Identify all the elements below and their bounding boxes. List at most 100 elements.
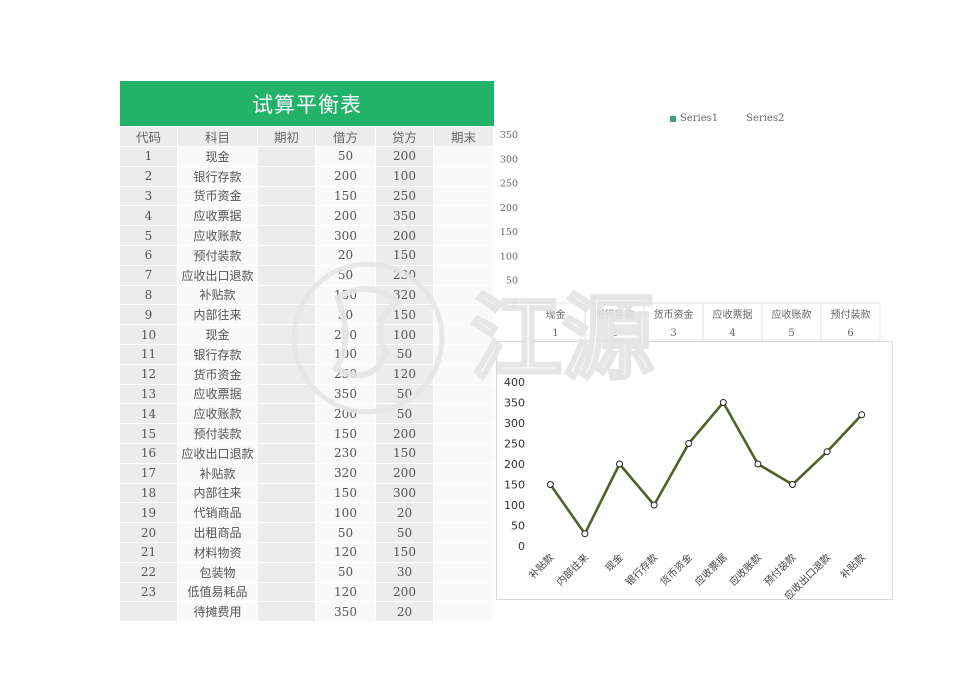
cell-credit[interactable]: 200: [376, 463, 434, 484]
cell-closing[interactable]: [434, 463, 494, 484]
cell-closing[interactable]: [434, 483, 494, 504]
cell-debit[interactable]: 150: [316, 483, 376, 504]
cell-subject[interactable]: 银行存款: [178, 344, 258, 365]
cell-code[interactable]: 14: [120, 404, 178, 425]
cell-subject[interactable]: 预付装款: [178, 245, 258, 266]
cell-debit[interactable]: 50: [316, 562, 376, 583]
cell-debit[interactable]: 20: [316, 245, 376, 266]
cell-opening[interactable]: [258, 305, 316, 326]
cell-opening[interactable]: [258, 384, 316, 405]
cell-closing[interactable]: [434, 245, 494, 266]
cell-debit[interactable]: 30: [316, 305, 376, 326]
cell-closing[interactable]: [434, 602, 494, 623]
cell-opening[interactable]: [258, 424, 316, 444]
cell-code[interactable]: 3: [120, 186, 178, 207]
cell-closing[interactable]: [434, 186, 494, 207]
cell-closing[interactable]: [434, 542, 494, 563]
cell-debit[interactable]: 150: [316, 186, 376, 207]
cell-subject[interactable]: 包装物: [178, 562, 258, 583]
cell-closing[interactable]: [434, 503, 494, 524]
cell-code[interactable]: 16: [120, 443, 178, 464]
cell-opening[interactable]: [258, 483, 316, 504]
cell-credit[interactable]: 100: [376, 166, 434, 187]
cell-credit[interactable]: 30: [376, 562, 434, 583]
cell-credit[interactable]: 50: [376, 384, 434, 405]
cell-credit[interactable]: 250: [376, 186, 434, 207]
cell-subject[interactable]: 银行存款: [178, 166, 258, 187]
cell-closing[interactable]: [434, 582, 494, 603]
cell-credit[interactable]: 120: [376, 364, 434, 385]
cell-debit[interactable]: 100: [316, 503, 376, 524]
cell-closing[interactable]: [434, 265, 494, 286]
cell-code[interactable]: [120, 602, 178, 623]
cell-code[interactable]: 20: [120, 523, 178, 543]
cell-closing[interactable]: [434, 166, 494, 187]
cell-debit[interactable]: 350: [316, 384, 376, 405]
cell-opening[interactable]: [258, 364, 316, 385]
cell-code[interactable]: 15: [120, 424, 178, 444]
cell-opening[interactable]: [258, 582, 316, 603]
header-subject[interactable]: 科目: [178, 127, 258, 147]
cell-credit[interactable]: 300: [376, 483, 434, 504]
header-opening[interactable]: 期初: [258, 127, 316, 147]
cell-debit[interactable]: 120: [316, 582, 376, 603]
cell-opening[interactable]: [258, 443, 316, 464]
cell-credit[interactable]: 100: [376, 325, 434, 345]
cell-code[interactable]: 19: [120, 503, 178, 524]
cell-opening[interactable]: [258, 325, 316, 345]
cell-credit[interactable]: 200: [376, 582, 434, 603]
cell-code[interactable]: 6: [120, 245, 178, 266]
cell-subject[interactable]: 预付装款: [178, 424, 258, 444]
cell-debit[interactable]: 200: [316, 166, 376, 187]
cell-opening[interactable]: [258, 186, 316, 207]
cell-credit[interactable]: 150: [376, 245, 434, 266]
cell-code[interactable]: 22: [120, 562, 178, 583]
line-point[interactable]: [685, 440, 693, 447]
cell-subject[interactable]: 补贴款: [178, 463, 258, 484]
cell-debit[interactable]: 100: [316, 344, 376, 365]
cell-code[interactable]: 2: [120, 166, 178, 187]
cell-closing[interactable]: [434, 344, 494, 365]
cell-code[interactable]: 23: [120, 582, 178, 603]
cell-debit[interactable]: 200: [316, 325, 376, 345]
cell-code[interactable]: 17: [120, 463, 178, 484]
cell-subject[interactable]: 应收票据: [178, 384, 258, 405]
cell-opening[interactable]: [258, 344, 316, 365]
cell-closing[interactable]: [434, 384, 494, 405]
cell-debit[interactable]: 250: [316, 364, 376, 385]
line-point[interactable]: [754, 460, 762, 468]
cell-code[interactable]: 18: [120, 483, 178, 504]
cell-subject[interactable]: 补贴款: [178, 285, 258, 306]
cell-opening[interactable]: [258, 602, 316, 623]
cell-debit[interactable]: 200: [316, 206, 376, 227]
cell-closing[interactable]: [434, 364, 494, 385]
top-bar-chart[interactable]: 0 50 100 150 200 250 300 350 现金 1 银行存款 2 货币资金 3 应收票据 4 应…: [496, 105, 886, 345]
cell-subject[interactable]: 货币资金: [178, 186, 258, 207]
cell-code[interactable]: 4: [120, 206, 178, 227]
cell-opening[interactable]: [258, 226, 316, 246]
cell-opening[interactable]: [258, 523, 316, 543]
cell-opening[interactable]: [258, 147, 316, 167]
cell-debit[interactable]: 150: [316, 285, 376, 306]
cell-credit[interactable]: 20: [376, 602, 434, 623]
cell-debit[interactable]: 50: [316, 147, 376, 167]
cell-closing[interactable]: [434, 147, 494, 167]
cell-debit[interactable]: 300: [316, 226, 376, 246]
cell-credit[interactable]: 50: [376, 523, 434, 543]
cell-credit[interactable]: 50: [376, 344, 434, 365]
line-point[interactable]: [581, 530, 589, 538]
cell-opening[interactable]: [258, 542, 316, 563]
cell-subject[interactable]: 待摊费用: [178, 602, 258, 623]
cell-code[interactable]: 9: [120, 305, 178, 326]
cell-code[interactable]: 21: [120, 542, 178, 563]
cell-code[interactable]: 7: [120, 265, 178, 286]
header-debit[interactable]: 借方: [316, 127, 376, 147]
cell-closing[interactable]: [434, 226, 494, 246]
cell-opening[interactable]: [258, 562, 316, 583]
cell-subject[interactable]: 应收出口退款: [178, 443, 258, 464]
cell-debit[interactable]: 150: [316, 424, 376, 444]
cell-opening[interactable]: [258, 463, 316, 484]
cell-credit[interactable]: 200: [376, 424, 434, 444]
line-series[interactable]: [549, 401, 863, 535]
cell-closing[interactable]: [434, 404, 494, 425]
